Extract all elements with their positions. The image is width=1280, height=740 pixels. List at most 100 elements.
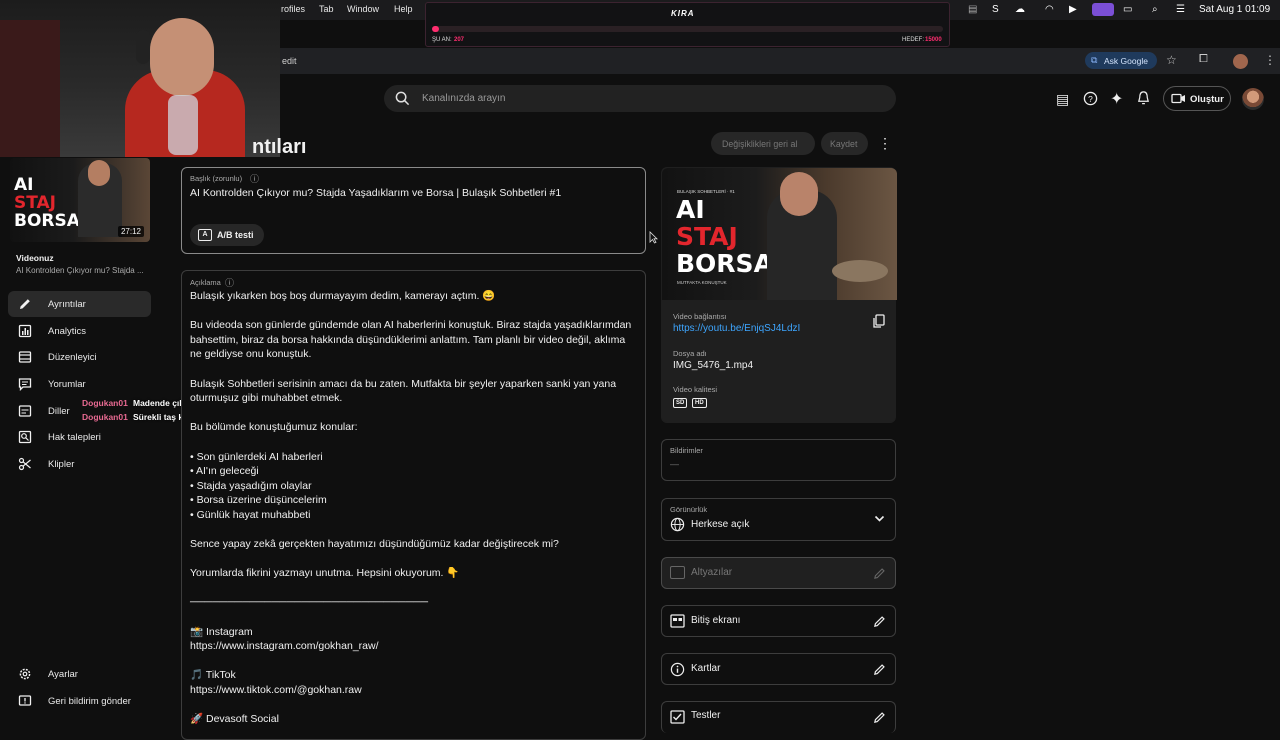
bookmark-star-icon[interactable]: ☆ <box>1166 53 1177 67</box>
address-bar-text[interactable]: edit <box>282 56 297 66</box>
chrome-profile-avatar[interactable] <box>1233 54 1248 69</box>
chevron-down-icon <box>874 515 885 522</box>
description-line <box>190 362 640 377</box>
description-line: Sence yapay zekâ gerçekten hayatımızı dü… <box>190 538 559 551</box>
thumb-line: STAJ <box>14 193 57 213</box>
visibility-dropdown[interactable]: Görünürlük Herkese açık <box>661 498 896 541</box>
notifications-field[interactable]: Bildirimler — <box>661 439 896 481</box>
video-duration: 27:12 <box>117 226 144 237</box>
sidebar-video-thumbnail[interactable]: AI STAJ BORSA 27:12 <box>10 158 150 242</box>
skype-icon[interactable]: S <box>992 4 999 15</box>
channel-search[interactable]: Kanalınızda arayın <box>384 85 896 112</box>
file-name-label: Dosya adı <box>673 349 707 358</box>
thumb-person-head <box>88 160 110 186</box>
visibility-value: Herkese açık <box>691 519 750 530</box>
info-card-icon <box>670 662 685 677</box>
description-text[interactable]: Bulaşık yıkarken boş boş durmayayım dedi… <box>190 289 640 727</box>
description-line: • Son günlerdeki AI haberleri <box>190 450 323 463</box>
account-avatar[interactable] <box>1242 88 1264 110</box>
goal-progress-track <box>432 26 943 32</box>
help-icon[interactable]: ? <box>1083 91 1098 106</box>
description-field[interactable]: Açıklama ⓘ Bulaşık yıkarken boş boş durm… <box>181 270 646 740</box>
scissors-icon <box>18 457 31 471</box>
undo-changes-button[interactable]: Değişiklikleri geri al <box>711 132 815 155</box>
video-preview-thumbnail[interactable]: BULAŞIK SOHBETLERİ · #1 AI STAJ BORSA MU… <box>662 168 897 300</box>
create-button-label: Oluştur <box>1190 94 1224 105</box>
notifications-bell-icon[interactable] <box>1136 90 1151 106</box>
edit-pencil-icon[interactable] <box>873 663 886 676</box>
ask-google-label: Ask Google <box>1104 56 1148 66</box>
sidebar-item-details[interactable]: Ayrıntılar <box>8 291 151 317</box>
wifi-icon[interactable]: ◠ <box>1045 4 1054 15</box>
sidebar-item-analytics[interactable]: Analytics <box>8 318 151 344</box>
menu-window[interactable]: Window <box>347 4 379 14</box>
description-line: 📸 Instagram <box>190 625 253 638</box>
tray-icon[interactable]: ▤ <box>968 4 977 15</box>
extensions-icon[interactable]: ⧠ <box>1199 53 1208 66</box>
description-line <box>190 304 640 319</box>
tests-label: Testler <box>691 710 721 721</box>
chrome-menu-icon[interactable]: ⋮ <box>1264 53 1276 67</box>
sidebar-item-label: Analytics <box>48 326 87 337</box>
menu-profiles[interactable]: rofiles <box>281 4 305 14</box>
notifications-label: Bildirimler <box>670 446 703 455</box>
description-line: oturmuşuz gibi muhabbet etmek. <box>190 392 343 405</box>
battery-icon: ▭ <box>1123 4 1133 15</box>
chat-message: Dogukan01 Madende çıkışa patladım ya <box>82 398 245 408</box>
overlay-current-label: ŞU AN: <box>432 37 452 43</box>
sidebar-item-send-feedback[interactable]: Geri bildirim gönder <box>8 688 151 714</box>
subtitles-button[interactable]: Altyazılar <box>661 557 896 589</box>
chat-username: Dogukan01 <box>82 398 128 408</box>
menu-tab[interactable]: Tab <box>319 4 334 14</box>
sparkle-icon[interactable]: ✦ <box>1110 89 1123 109</box>
control-center-icon[interactable]: ☰ <box>1176 4 1185 15</box>
ask-google-button[interactable]: ⧉ Ask Google <box>1085 52 1157 69</box>
edit-pencil-icon[interactable] <box>873 615 886 628</box>
quality-hd-badge: HD <box>692 398 707 408</box>
clock[interactable]: Sat Aug 1 01:09 <box>1199 4 1270 15</box>
stream-goal-overlay: KIRA ŞU AN: 207 HEDEF: 15000 <box>425 2 950 47</box>
cloud-icon[interactable]: ☁ <box>1015 4 1025 15</box>
webcam-overlay <box>0 0 280 157</box>
menu-help[interactable]: Help <box>394 4 413 14</box>
ab-test-button[interactable]: A A/B testi <box>190 224 264 246</box>
chat-username: Dogukan01 <box>82 412 128 422</box>
search-icon[interactable]: ⌕ <box>1152 4 1158 15</box>
play-icon[interactable]: ▶ <box>1069 4 1077 15</box>
tests-button[interactable]: Testler <box>661 701 896 733</box>
description-line <box>190 523 640 538</box>
edit-pencil-icon[interactable] <box>873 711 886 724</box>
sidebar-item-editor[interactable]: Düzenleyici <box>8 344 151 370</box>
description-line <box>190 552 640 567</box>
feedback-icon <box>18 695 32 706</box>
create-button[interactable]: Oluştur <box>1163 86 1231 111</box>
sidebar-item-label: Diller <box>48 406 70 417</box>
save-button[interactable]: Kaydet <box>821 132 868 155</box>
title-field[interactable]: Başlık (zorunlu) ⓘ AI Kontrolden Çıkıyor… <box>181 167 646 254</box>
help-icon[interactable]: ⓘ <box>225 276 234 289</box>
video-link-label: Video bağlantısı <box>673 312 727 321</box>
sidebar-item-settings[interactable]: Ayarlar <box>8 661 151 687</box>
help-icon[interactable]: ⓘ <box>250 172 259 185</box>
title-input[interactable]: AI Kontrolden Çıkıyor mu? Stajda Yaşadık… <box>190 187 561 199</box>
video-link[interactable]: https://youtu.be/EnjqSJ4LdzI <box>673 323 800 334</box>
sidebar-item-label: Geri bildirim gönder <box>48 696 131 707</box>
feedback-icon[interactable]: ▤ <box>1056 91 1069 108</box>
end-screen-button[interactable]: Bitiş ekranı <box>661 605 896 637</box>
sidebar-item-clips[interactable]: Klipler <box>8 451 151 477</box>
copy-icon[interactable] <box>872 314 885 328</box>
description-line <box>190 610 640 625</box>
sidebar-item-label: Ayarlar <box>48 669 78 680</box>
sidebar-item-languages[interactable]: Diller <box>8 398 151 424</box>
sidebar-item-comments[interactable]: Yorumlar <box>8 371 151 397</box>
thumb-subtitle: MUTFAKTA KONUŞTUK <box>677 280 727 285</box>
mouse-cursor-icon <box>649 231 658 244</box>
more-options-icon[interactable]: ⋮ <box>878 135 892 152</box>
cards-button[interactable]: Kartlar <box>661 653 896 685</box>
tray-screen-icon[interactable] <box>1092 3 1114 16</box>
end-screen-label: Bitiş ekranı <box>691 615 741 626</box>
overlay-target-value: 15000 <box>925 37 942 43</box>
sidebar-item-claims[interactable]: Hak talepleri <box>8 424 151 450</box>
search-input[interactable]: Kanalınızda arayın <box>422 93 505 104</box>
sidebar-item-label: Ayrıntılar <box>48 299 86 310</box>
